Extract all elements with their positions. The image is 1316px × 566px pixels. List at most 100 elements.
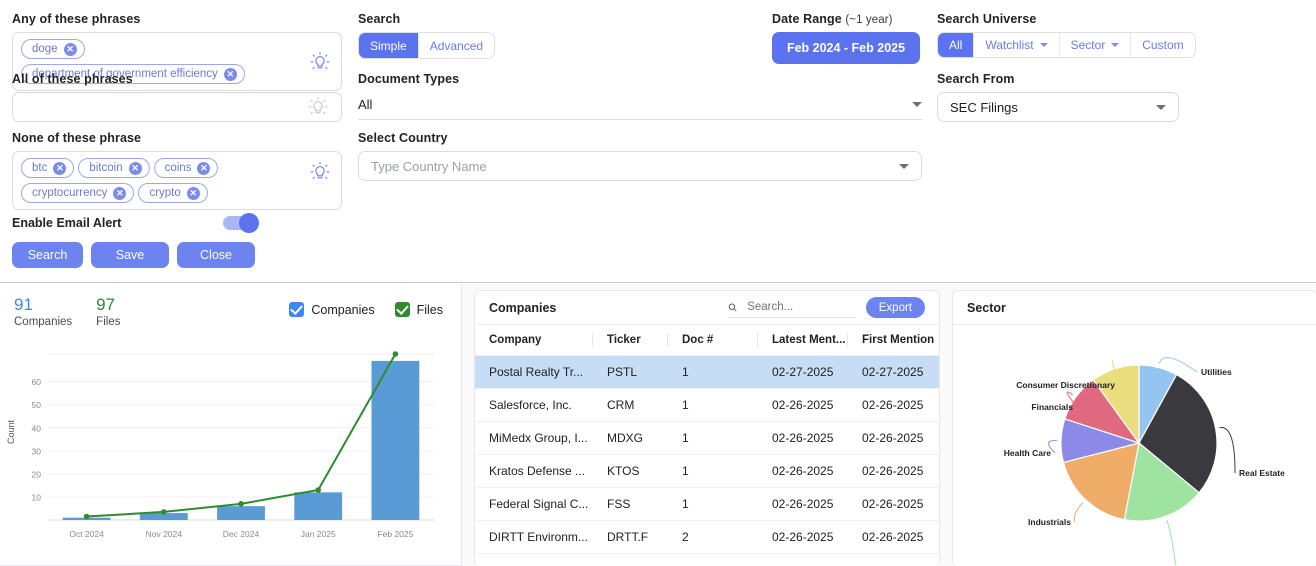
col-latest-mention[interactable]: Latest Ment... <box>758 325 848 356</box>
chip-cryptocurrency[interactable]: cryptocurrency ✕ <box>21 183 134 203</box>
chip-remove-icon[interactable]: ✕ <box>197 162 210 175</box>
tab-simple[interactable]: Simple <box>359 33 419 58</box>
svg-text:40: 40 <box>32 423 42 433</box>
chip-remove-icon[interactable]: ✕ <box>64 43 77 56</box>
cell-latest-mention: 02-26-2025 <box>758 389 848 422</box>
chevron-down-icon <box>1156 105 1166 110</box>
tab-advanced[interactable]: Advanced <box>419 33 494 58</box>
cell-company: MiMedx Group, I... <box>475 422 593 455</box>
cell-docs: 1 <box>668 389 758 422</box>
all-phrases-label: All of these phrases <box>12 72 342 86</box>
chip-remove-icon[interactable]: ✕ <box>53 162 66 175</box>
col-docs[interactable]: Doc # <box>668 325 758 356</box>
mentions-chart-card: 91 Companies 97 Files Companies Files <box>0 284 462 566</box>
universe-custom[interactable]: Custom <box>1131 33 1194 57</box>
export-button[interactable]: Export <box>866 297 925 318</box>
cell-latest-mention: 02-26-2025 <box>758 455 848 488</box>
table-row[interactable]: MiMedx Group, I...MDXG102-26-202502-26-2… <box>475 422 939 455</box>
all-phrases-field: All of these phrases <box>12 72 342 122</box>
date-range-button[interactable]: Feb 2024 - Feb 2025 <box>772 32 920 64</box>
cell-first-mention: 02-26-2025 <box>848 455 939 488</box>
chip-remove-icon[interactable]: ✕ <box>129 162 142 175</box>
table-row[interactable]: Kratos Defense ...KTOS102-26-202502-26-2… <box>475 455 939 488</box>
companies-checkbox[interactable] <box>289 302 304 317</box>
table-search[interactable] <box>728 298 856 318</box>
svg-text:Jan 2025: Jan 2025 <box>301 529 336 539</box>
cell-ticker: PSTL <box>593 356 668 389</box>
sector-card-header: Sector <box>953 291 1316 325</box>
table-row[interactable]: DIRTT Environm...DRTT.F202-26-202502-26-… <box>475 521 939 554</box>
table-row[interactable]: Salesforce, Inc.CRM102-26-202502-26-2025 <box>475 389 939 422</box>
email-alert-toggle[interactable] <box>223 216 257 230</box>
col-ticker[interactable]: Ticker <box>593 325 668 356</box>
cell-docs: 1 <box>668 488 758 521</box>
date-range-sublabel: (~1 year) <box>845 14 892 26</box>
email-alert-row: Enable Email Alert <box>12 216 257 230</box>
chip-remove-icon[interactable]: ✕ <box>113 187 126 200</box>
universe-all[interactable]: All <box>938 33 974 57</box>
cell-first-mention: 02-26-2025 <box>848 422 939 455</box>
companies-table-title: Companies <box>489 301 556 315</box>
sector-chart-card: Sector UtilitiesReal EstateInformation T… <box>952 290 1316 566</box>
sector-pie-chart: UtilitiesReal EstateInformation Technolo… <box>953 325 1316 565</box>
save-button[interactable]: Save <box>91 242 169 268</box>
table-row[interactable]: Postal Realty Tr...PSTL102-27-202502-27-… <box>475 356 939 389</box>
select-country-field: Select Country Type Country Name <box>358 131 922 181</box>
svg-text:60: 60 <box>32 377 42 387</box>
chip-crypto[interactable]: crypto ✕ <box>138 183 207 203</box>
select-country-input[interactable]: Type Country Name <box>358 151 922 181</box>
document-types-select[interactable]: All <box>358 92 922 120</box>
lightbulb-icon[interactable] <box>309 51 331 73</box>
chip-label: cryptocurrency <box>32 187 107 199</box>
search-from-select[interactable]: SEC Filings <box>937 92 1179 122</box>
svg-text:20: 20 <box>32 469 42 479</box>
none-phrases-input[interactable]: btc ✕ bitcoin ✕ coins✕ cryptocurrency ✕ cry… <box>12 151 342 210</box>
table-row[interactable]: Federal Signal C...FSS102-26-202502-26-2… <box>475 488 939 521</box>
results-area: 91 Companies 97 Files Companies Files <box>0 284 1316 566</box>
cell-company: Kratos Defense ... <box>475 455 593 488</box>
search-universe-field: Search Universe All Watchlist Sector Cus… <box>937 12 1196 58</box>
pie-slice-label: Real Estate <box>1239 468 1285 478</box>
all-phrases-input[interactable] <box>12 92 342 122</box>
pie-leader-line <box>1074 503 1083 522</box>
svg-text:Nov 2024: Nov 2024 <box>146 529 183 539</box>
chip-bitcoin[interactable]: bitcoin ✕ <box>78 158 149 178</box>
chip-doge[interactable]: doge ✕ <box>21 39 85 59</box>
lightbulb-icon[interactable] <box>307 96 329 118</box>
search-from-label: Search From <box>937 72 1179 86</box>
chip-label: btc <box>32 162 47 174</box>
chip-label: crypto <box>149 187 180 199</box>
pie-slice-label: Utilities <box>1201 367 1232 377</box>
date-range-label-main: Date Range <box>772 12 842 26</box>
companies-count-label: Companies <box>14 316 72 328</box>
close-button[interactable]: Close <box>177 242 255 268</box>
universe-watchlist[interactable]: Watchlist <box>974 33 1059 57</box>
search-button[interactable]: Search <box>12 242 83 268</box>
table-search-input[interactable] <box>745 300 856 314</box>
files-count-label: Files <box>96 316 120 328</box>
chart-legend: Companies Files <box>289 302 443 317</box>
lightbulb-icon[interactable] <box>309 161 331 183</box>
chip-remove-icon[interactable]: ✕ <box>187 187 200 200</box>
legend-companies[interactable]: Companies <box>289 302 374 317</box>
chip-label: doge <box>32 43 58 55</box>
cell-first-mention: 02-27-2025 <box>848 356 939 389</box>
col-company[interactable]: Company <box>475 325 593 356</box>
document-types-label: Document Types <box>358 72 922 86</box>
pie-leader-line <box>1220 427 1235 473</box>
chip-coins[interactable]: coins✕ <box>154 158 219 178</box>
legend-files[interactable]: Files <box>395 302 443 317</box>
cell-first-mention: 02-26-2025 <box>848 521 939 554</box>
companies-count: 91 <box>14 296 72 314</box>
files-checkbox[interactable] <box>395 302 410 317</box>
chip-label: bitcoin <box>89 162 122 174</box>
universe-sector-label: Sector <box>1071 38 1106 52</box>
chip-btc[interactable]: btc ✕ <box>21 158 74 178</box>
col-first-mention[interactable]: First Mention <box>848 325 939 356</box>
sector-pie-wrap: UtilitiesReal EstateInformation Technolo… <box>953 325 1316 565</box>
mentions-bar-chart: 102030405060Oct 2024Nov 2024Dec 2024Jan … <box>12 346 452 546</box>
search-universe-segmented: All Watchlist Sector Custom <box>937 32 1196 58</box>
search-from-value: SEC Filings <box>950 100 1018 115</box>
universe-sector[interactable]: Sector <box>1060 33 1132 57</box>
cell-docs: 1 <box>668 455 758 488</box>
